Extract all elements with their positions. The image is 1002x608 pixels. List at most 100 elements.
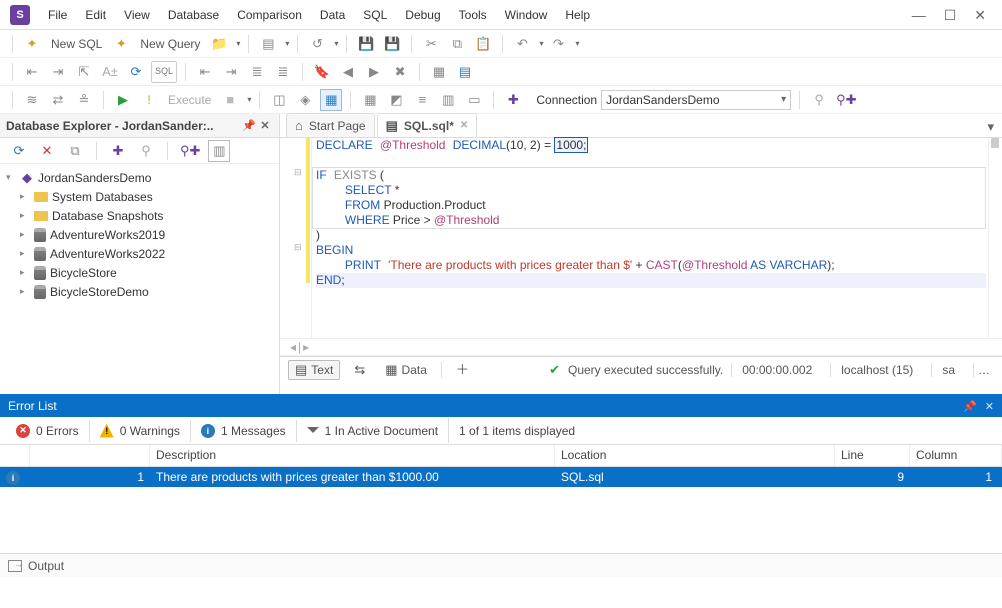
menu-database[interactable]: Database [160, 4, 227, 26]
fold-icon[interactable]: ⊟ [294, 242, 302, 253]
menu-comparison[interactable]: Comparison [229, 4, 310, 26]
open-icon[interactable]: 📁 [208, 33, 230, 55]
bookmark-next-icon[interactable]: ▶ [363, 61, 385, 83]
editor-splitter[interactable]: ◂|▸ [280, 338, 1002, 356]
doc-map-icon[interactable]: ▤ [454, 61, 476, 83]
comment-icon[interactable]: ≣ [246, 61, 268, 83]
doc-outline-icon[interactable]: ▦ [428, 61, 450, 83]
col-location[interactable]: Location [555, 445, 835, 466]
output-footer-tab[interactable]: Output [0, 553, 1002, 577]
refresh-icon[interactable]: ⟳ [125, 61, 147, 83]
minimap-scrollbar[interactable] [988, 138, 1002, 338]
bookmark-prev-icon[interactable]: ◀ [337, 61, 359, 83]
uncomment-icon[interactable]: ≣ [272, 61, 294, 83]
font-icon[interactable]: A± [99, 61, 121, 83]
results-table-icon[interactable]: ▦ [359, 89, 381, 111]
result-view-swap[interactable]: ⇆ [348, 361, 371, 378]
result-view-text[interactable]: ▤ Text [288, 360, 340, 380]
cut-icon[interactable]: ✂ [420, 33, 442, 55]
save-icon[interactable]: 💾 [355, 33, 377, 55]
conn-plug-icon[interactable]: ⚲ [808, 89, 830, 111]
query-plan-icon[interactable]: ◫ [268, 89, 290, 111]
redo-icon[interactable]: ↷ [547, 33, 569, 55]
sql-completion-icon[interactable]: SQL [151, 61, 177, 83]
status-more-icon[interactable]: … [973, 363, 994, 377]
explorer-delete-icon[interactable]: ✕ [36, 140, 58, 162]
close-icon[interactable]: ✕ [974, 8, 986, 22]
new-sql-icon[interactable]: ✦ [21, 33, 43, 55]
tree-item-bicyclestore[interactable]: ▸ BicycleStore [0, 263, 279, 282]
results-chart-icon[interactable]: ◩ [385, 89, 407, 111]
indent-icon[interactable]: ⇥ [220, 61, 242, 83]
history-icon[interactable]: ↺ [306, 33, 328, 55]
menu-debug[interactable]: Debug [397, 4, 448, 26]
new-query-button[interactable]: New Query [136, 37, 204, 51]
run-icon[interactable]: ▶ [112, 89, 134, 111]
error-close-icon[interactable]: ✕ [985, 400, 994, 413]
tree-item-adventureworks2019[interactable]: ▸ AdventureWorks2019 [0, 225, 279, 244]
tree-item-system-databases[interactable]: ▸ System Databases [0, 187, 279, 206]
tab-sql-file[interactable]: ▤ SQL.sql* ✕ [377, 113, 478, 137]
col-column[interactable]: Column [910, 445, 1002, 466]
db-sync-icon[interactable]: ⇄ [47, 89, 69, 111]
maximize-icon[interactable]: ☐ [944, 8, 957, 22]
nav-fwd-icon[interactable]: ⇥ [47, 61, 69, 83]
filter-messages[interactable]: i 1 Messages [191, 420, 297, 442]
paste-icon[interactable]: 📋 [472, 33, 494, 55]
explorer-copy-icon[interactable]: ⧉ [64, 140, 86, 162]
expand-icon[interactable]: ▸ [20, 191, 30, 202]
undo-icon[interactable]: ↶ [511, 33, 533, 55]
filter-warnings[interactable]: ! 0 Warnings [90, 420, 191, 442]
expand-icon[interactable]: ▸ [20, 229, 30, 240]
new-query-icon[interactable]: ✦ [110, 33, 132, 55]
tab-close-icon[interactable]: ✕ [460, 120, 468, 131]
expand-icon[interactable]: ▸ [20, 248, 30, 259]
menu-view[interactable]: View [116, 4, 158, 26]
menu-data[interactable]: Data [312, 4, 353, 26]
explorer-refresh-icon[interactable]: ⟳ [8, 140, 30, 162]
outdent-icon[interactable]: ⇤ [194, 61, 216, 83]
add-file-icon[interactable]: ▤ [257, 33, 279, 55]
menu-sql[interactable]: SQL [355, 4, 395, 26]
code-editor[interactable]: ⊟ ⊟ DECLARE @Threshold DECIMAL(10, 2) = … [280, 138, 1002, 338]
result-add-tab[interactable]: ＋ [450, 361, 475, 378]
copy-icon[interactable]: ⧉ [446, 33, 468, 55]
expand-icon[interactable]: ▸ [20, 267, 30, 278]
bookmark-icon[interactable]: 🔖 [311, 61, 333, 83]
connection-select[interactable]: JordanSandersDemo [601, 90, 791, 110]
pin-icon[interactable]: 📌 [241, 119, 257, 132]
panel-close-icon[interactable]: ✕ [257, 119, 273, 132]
menu-help[interactable]: Help [557, 4, 598, 26]
explorer-windows-icon[interactable]: ▥ [208, 140, 230, 162]
tree-item-adventureworks2022[interactable]: ▸ AdventureWorks2022 [0, 244, 279, 263]
db-compare-icon[interactable]: ≋ [21, 89, 43, 111]
stop-icon[interactable]: ■ [219, 89, 241, 111]
minimize-icon[interactable]: — [912, 8, 926, 22]
execute-button[interactable]: Execute [164, 93, 215, 107]
nav-up-icon[interactable]: ⇱ [73, 61, 95, 83]
error-row-selected[interactable]: i 1 There are products with prices great… [0, 467, 1002, 487]
tree-root[interactable]: ▾ ◆ JordanSandersDemo [0, 168, 279, 187]
col-description[interactable]: Description [150, 445, 555, 466]
query-stats-icon[interactable]: ▦ [320, 89, 342, 111]
results-text-icon[interactable]: ≡ [411, 89, 433, 111]
menu-window[interactable]: Window [497, 4, 556, 26]
tree-item-database-snapshots[interactable]: ▸ Database Snapshots [0, 206, 279, 225]
save-all-icon[interactable]: 💾 [381, 33, 403, 55]
nav-back-icon[interactable]: ⇤ [21, 61, 43, 83]
fold-icon[interactable]: ⊟ [294, 167, 302, 178]
col-line[interactable]: Line [835, 445, 910, 466]
results-pivot-icon[interactable]: ▥ [437, 89, 459, 111]
bookmark-clear-icon[interactable]: ✖ [389, 61, 411, 83]
expand-icon[interactable]: ▸ [20, 286, 30, 297]
results-card-icon[interactable]: ▭ [463, 89, 485, 111]
tree-item-bicyclestoredemo[interactable]: ▸ BicycleStoreDemo [0, 282, 279, 301]
tab-start-page[interactable]: ⌂ Start Page [286, 113, 375, 137]
menu-file[interactable]: File [40, 4, 75, 26]
explorer-add2-icon[interactable]: ⚲✚ [178, 140, 202, 162]
new-sql-button[interactable]: New SQL [47, 37, 106, 51]
expand-icon[interactable]: ▸ [20, 210, 30, 221]
debug-break-icon[interactable]: ! [138, 89, 160, 111]
connection-pick-icon[interactable]: ✚ [502, 89, 524, 111]
menu-tools[interactable]: Tools [451, 4, 495, 26]
